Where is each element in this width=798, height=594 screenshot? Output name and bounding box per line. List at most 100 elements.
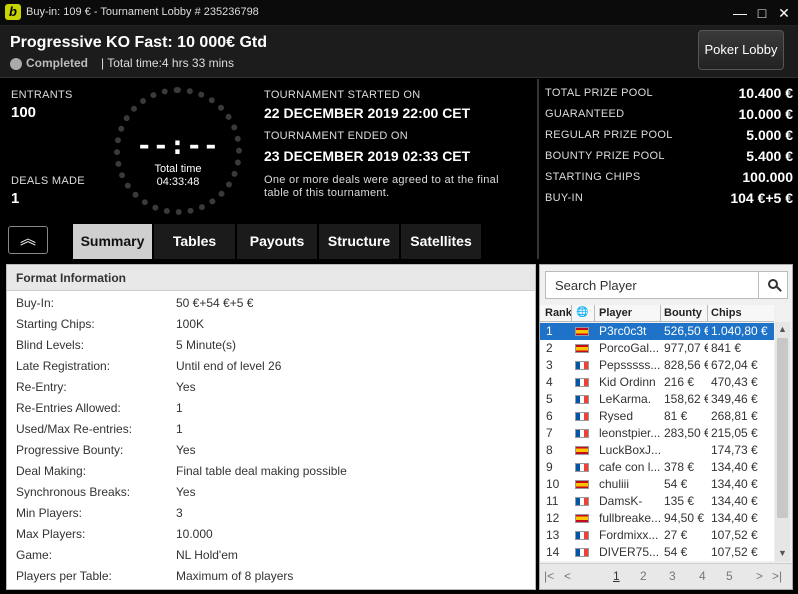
table-row[interactable]: 14 DIVER75... 54 € 107,52 €	[540, 544, 774, 561]
player-rank: 6	[546, 409, 553, 423]
table-row[interactable]: 9 cafe con l... 378 € 134,40 €	[540, 459, 774, 476]
tab-structure[interactable]: Structure	[319, 224, 400, 259]
table-row[interactable]: 5 LeKarma. 158,62 €349,46 €	[540, 391, 774, 408]
player-chips: 107,52 €	[711, 528, 758, 542]
page-3[interactable]: 3	[669, 569, 676, 583]
deal-note: One or more deals were agreed to at the …	[264, 174, 499, 199]
player-chips: 134,40 €	[711, 494, 758, 508]
player-chips: 268,81 €	[711, 409, 758, 423]
table-row[interactable]: 3 Pepsssss... 828,56 €672,04 €	[540, 357, 774, 374]
player-bounty: 94,50 €	[664, 511, 705, 525]
player-rank: 13	[546, 528, 560, 542]
total-time: | Total time:4 hrs 33 mins	[101, 56, 234, 70]
format-key: Min Players:	[16, 506, 83, 520]
player-rank: 10	[546, 477, 560, 491]
table-row[interactable]: 11 DamsK- 135 € 134,40 €	[540, 493, 774, 510]
table-row[interactable]: 2 PorcoGal... 977,07 €841 €	[540, 340, 774, 357]
col-rank[interactable]: Rank	[545, 307, 572, 319]
col-player[interactable]: Player	[599, 307, 632, 319]
poker-lobby-button[interactable]: Poker Lobby	[698, 30, 784, 70]
next-page-icon[interactable]: >	[756, 569, 763, 583]
entrants-value: 100	[11, 104, 37, 121]
format-row: Progressive Bounty: Yes	[7, 440, 535, 461]
page-4[interactable]: 4	[699, 569, 706, 583]
prize-value: 104 €+5 €	[730, 190, 793, 206]
page-1[interactable]: 1	[613, 569, 620, 583]
player-rank: 3	[546, 358, 553, 372]
table-row[interactable]: 1 P3rc0c3t 526,50 €1.040,80 €	[540, 323, 774, 340]
prize-label: GUARANTEED	[545, 108, 625, 120]
col-bounty[interactable]: Bounty	[664, 307, 702, 319]
status-icon	[10, 58, 22, 70]
prize-row: BOUNTY PRIZE POOL 5.400 €	[545, 148, 793, 170]
player-rank: 14	[546, 545, 560, 559]
flag-icon	[575, 480, 589, 489]
player-rank: 4	[546, 375, 553, 389]
tab-tables[interactable]: Tables	[154, 224, 236, 259]
player-rank: 12	[546, 511, 560, 525]
scrollbar-thumb[interactable]	[777, 338, 788, 518]
col-chips[interactable]: Chips	[711, 307, 742, 319]
table-row[interactable]: 10 chuliii 54 € 134,40 €	[540, 476, 774, 493]
table-row[interactable]: 4 Kid Ordinn 216 € 470,43 €	[540, 374, 774, 391]
last-page-icon[interactable]: >|	[772, 569, 782, 583]
scroll-down-icon[interactable]: ▼	[775, 546, 790, 560]
format-row: Re-Entries Allowed: 1	[7, 398, 535, 419]
collapse-button[interactable]: ︽	[8, 226, 48, 254]
search-button[interactable]	[758, 271, 788, 299]
format-value: 3	[176, 506, 183, 520]
prize-row: STARTING CHIPS 100.000	[545, 169, 793, 191]
prize-row: REGULAR PRIZE POOL 5.000 €	[545, 127, 793, 149]
player-name: LuckBoxJ...	[599, 443, 661, 457]
clock-icon: --:-- Total time 04:33:48	[114, 87, 242, 215]
restore-button[interactable]: □	[752, 4, 772, 22]
prize-label: BUY-IN	[545, 192, 584, 204]
format-key: Re-Entries Allowed:	[16, 401, 121, 415]
table-row[interactable]: 8 LuckBoxJ... 174,73 €	[540, 442, 774, 459]
format-key: Blind Levels:	[16, 338, 85, 352]
table-row[interactable]: 12 fullbreake... 94,50 € 134,40 €	[540, 510, 774, 527]
clock-value: 04:33:48	[156, 176, 200, 188]
app-logo-icon: b	[5, 4, 21, 20]
globe-icon[interactable]: 🌐	[576, 307, 588, 318]
prev-page-icon[interactable]: <	[564, 569, 571, 583]
clock-digits: --:--	[136, 131, 220, 161]
window-title: Buy-in: 109 € - Tournament Lobby # 23523…	[26, 6, 259, 18]
format-row: Deal Making: Final table deal making poss…	[7, 461, 535, 482]
flag-icon	[575, 531, 589, 540]
started-value: 22 DECEMBER 2019 22:00 CET	[264, 105, 471, 121]
format-key: Buy-In:	[16, 296, 55, 310]
format-key: Re-Entry:	[16, 380, 67, 394]
format-key: Progressive Bounty:	[16, 443, 124, 457]
minimize-button[interactable]: —	[730, 4, 750, 22]
tab-payouts[interactable]: Payouts	[237, 224, 318, 259]
first-page-icon[interactable]: |<	[544, 569, 554, 583]
table-row[interactable]: 13 Fordmixx... 27 € 107,52 €	[540, 527, 774, 544]
table-row[interactable]: 7 leonstpier... 283,50 €215,05 €	[540, 425, 774, 442]
player-bounty: 54 €	[664, 477, 688, 491]
page-2[interactable]: 2	[640, 569, 647, 583]
player-name: Fordmixx...	[599, 528, 659, 542]
format-value: 50 €+54 €+5 €	[176, 296, 254, 310]
player-bounty: 158,62 €	[664, 392, 708, 406]
column-divider	[594, 305, 595, 322]
format-value: Yes	[176, 380, 196, 394]
tab-summary[interactable]: Summary	[73, 224, 153, 259]
player-list-scrollbar[interactable]: ▲ ▼	[775, 322, 790, 562]
tab-satellites[interactable]: Satellites	[401, 224, 482, 259]
search-icon-handle	[776, 286, 782, 292]
page-5[interactable]: 5	[726, 569, 733, 583]
player-name: chuliii	[599, 477, 630, 491]
player-chips: 134,40 €	[711, 477, 758, 491]
prize-label: BOUNTY PRIZE POOL	[545, 150, 665, 162]
tournament-name: Progressive KO Fast: 10 000€ Gtd	[10, 34, 267, 51]
scroll-up-icon[interactable]: ▲	[775, 322, 790, 336]
prize-label: STARTING CHIPS	[545, 171, 641, 183]
format-key: Late Registration:	[16, 359, 111, 373]
format-value: 5 Minute(s)	[176, 338, 237, 352]
close-button[interactable]: ✕	[774, 4, 794, 22]
prize-label: REGULAR PRIZE POOL	[545, 129, 673, 141]
column-divider	[660, 305, 661, 322]
search-player-input[interactable]: Search Player	[545, 271, 759, 299]
table-row[interactable]: 6 Rysed 81 € 268,81 €	[540, 408, 774, 425]
